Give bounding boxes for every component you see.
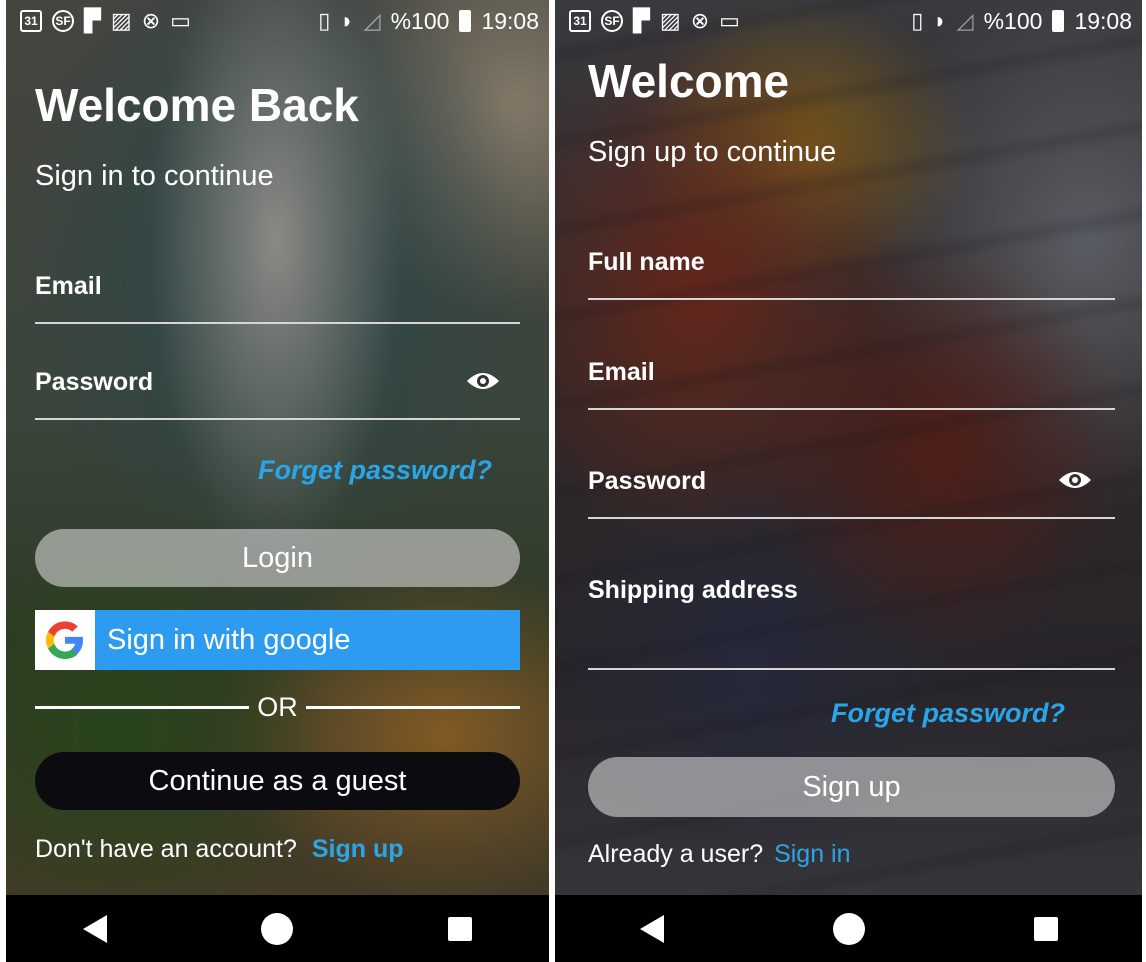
status-left-icons: 31 SF ▛ ▨ ⊗ ▭ — [569, 10, 740, 32]
password-field-underline[interactable] — [35, 418, 520, 420]
vibrate-icon: ▯ — [911, 8, 924, 33]
status-bar: 31 SF ▛ ▨ ⊗ ▭ ▯ ◗ ◿ %100 19:08 — [6, 0, 549, 42]
android-nav-bar — [555, 895, 1142, 962]
battery-percent: %100 — [983, 7, 1043, 34]
battery-percent: %100 — [390, 7, 450, 34]
page-title: Welcome Back — [35, 79, 359, 131]
google-signin-button[interactable]: Sign in with google — [35, 610, 520, 670]
status-right-icons: ▯ ◗ ◿ %100 19:08 — [318, 8, 539, 35]
calendar-31-icon: 31 — [569, 10, 591, 32]
wifi-icon: ◗ — [933, 8, 947, 33]
password-field-label[interactable]: Password — [588, 467, 706, 496]
image-icon: ▨ — [110, 8, 132, 33]
flag-icon: ▛ — [633, 8, 650, 33]
password-field-underline[interactable] — [588, 517, 1115, 519]
no-signal-icon: ◿ — [956, 8, 974, 33]
sf-icon: SF — [601, 10, 623, 32]
vibrate-icon: ▯ — [318, 8, 331, 33]
or-divider-line-left — [35, 705, 250, 709]
or-text: OR — [257, 691, 298, 722]
email-field-label[interactable]: Email — [35, 272, 102, 301]
shipping-address-field-underline[interactable] — [588, 668, 1115, 670]
page-title: Welcome — [588, 55, 790, 107]
crossed-settings-icon: ⊗ — [141, 8, 161, 33]
or-divider: OR — [35, 690, 520, 724]
email-field-underline[interactable] — [588, 408, 1115, 410]
eye-icon[interactable] — [466, 370, 500, 392]
signup-button[interactable]: Sign up — [588, 757, 1115, 817]
login-screen: 31 SF ▛ ▨ ⊗ ▭ ▯ ◗ ◿ %100 19:08 Welcome B… — [6, 0, 549, 962]
signup-link[interactable]: Sign up — [312, 835, 404, 863]
home-icon[interactable] — [261, 912, 294, 945]
login-button[interactable]: Login — [35, 529, 520, 587]
flag-icon: ▛ — [84, 8, 101, 33]
battery-icon — [459, 10, 472, 32]
no-account-text: Don't have an account? — [35, 835, 297, 863]
forget-password-link[interactable]: Forget password? — [258, 455, 492, 486]
fullname-field-label[interactable]: Full name — [588, 248, 705, 277]
shipping-address-field-label[interactable]: Shipping address — [588, 576, 798, 605]
status-left-icons: 31 SF ▛ ▨ ⊗ ▭ — [20, 10, 191, 32]
signin-link[interactable]: Sign in — [774, 840, 850, 868]
status-bar: 31 SF ▛ ▨ ⊗ ▭ ▯ ◗ ◿ %100 19:08 — [555, 0, 1142, 42]
signin-prompt: Already a user? Sign in — [588, 840, 851, 869]
back-icon[interactable] — [639, 914, 664, 943]
google-button-label: Sign in with google — [107, 623, 351, 656]
image-icon: ▨ — [659, 8, 681, 33]
recents-icon[interactable] — [1033, 916, 1058, 941]
back-icon[interactable] — [83, 914, 108, 943]
email-field-underline[interactable] — [35, 322, 520, 324]
battery-icon — [1052, 10, 1065, 32]
recents-icon[interactable] — [447, 916, 472, 941]
wifi-icon: ◗ — [340, 8, 354, 33]
page-subtitle: Sign up to continue — [588, 136, 837, 168]
or-divider-line-right — [305, 705, 520, 709]
fullname-field-underline[interactable] — [588, 298, 1115, 300]
status-right-icons: ▯ ◗ ◿ %100 19:08 — [911, 8, 1132, 35]
signup-screen: 31 SF ▛ ▨ ⊗ ▭ ▯ ◗ ◿ %100 19:08 Welcome S… — [555, 0, 1142, 962]
eye-icon[interactable] — [1058, 469, 1092, 491]
signup-prompt: Don't have an account? Sign up — [35, 835, 404, 864]
email-field-label[interactable]: Email — [588, 358, 655, 387]
clock: 19:08 — [481, 7, 539, 34]
sf-icon: SF — [52, 10, 74, 32]
window-icon: ▭ — [719, 8, 740, 33]
login-content: Welcome Back Sign in to continue Email P… — [6, 0, 549, 962]
page-subtitle: Sign in to continue — [35, 160, 274, 192]
signup-content: Welcome Sign up to continue Full name Em… — [555, 0, 1142, 962]
forget-password-link[interactable]: Forget password? — [831, 698, 1065, 729]
continue-as-guest-button[interactable]: Continue as a guest — [35, 752, 520, 810]
clock: 19:08 — [1074, 7, 1132, 34]
home-icon[interactable] — [832, 912, 865, 945]
password-field-label[interactable]: Password — [35, 368, 153, 397]
android-nav-bar — [6, 895, 549, 962]
calendar-31-icon: 31 — [20, 10, 42, 32]
crossed-settings-icon: ⊗ — [690, 8, 710, 33]
window-icon: ▭ — [170, 8, 191, 33]
already-user-text: Already a user? — [588, 840, 764, 868]
no-signal-icon: ◿ — [363, 8, 381, 33]
google-logo-icon — [35, 610, 95, 670]
